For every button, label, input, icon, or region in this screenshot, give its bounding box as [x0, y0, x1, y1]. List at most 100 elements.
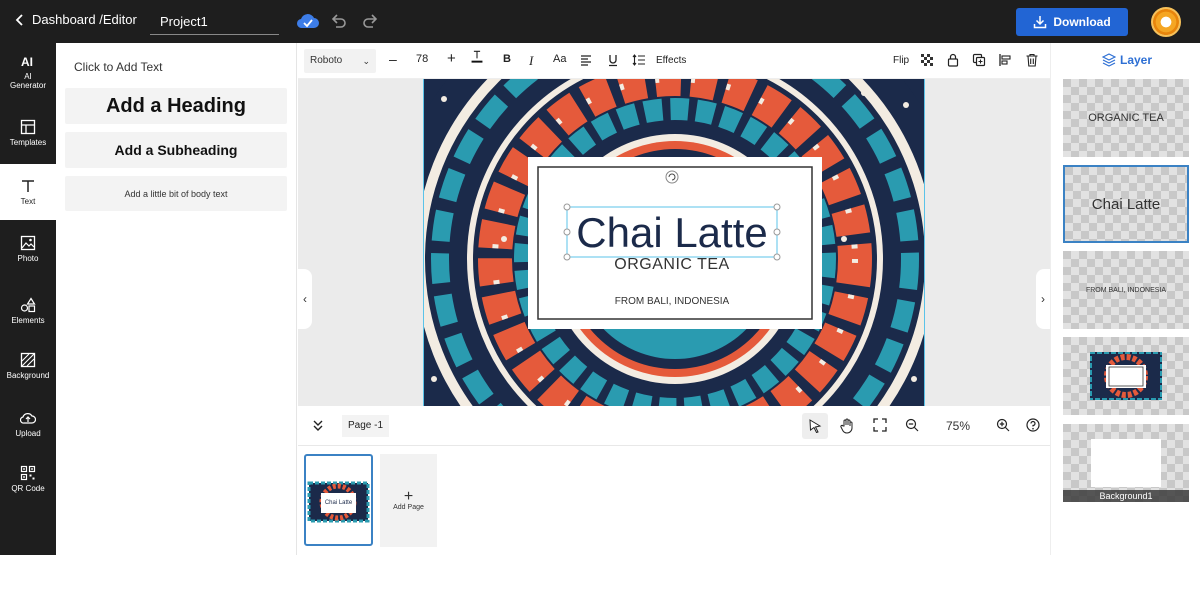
- underline-icon: [609, 55, 617, 67]
- sidebar-item-label: Upload: [15, 429, 41, 438]
- decrease-size-button[interactable]: –: [389, 51, 397, 67]
- transparency-button[interactable]: [920, 53, 934, 70]
- zoom-in-icon[interactable]: [996, 418, 1010, 432]
- lock-button[interactable]: [946, 53, 960, 70]
- elements-icon: [20, 297, 36, 313]
- origin-text[interactable]: FROM BALI, INDONESIA: [615, 296, 730, 307]
- add-body-text-button[interactable]: Add a little bit of body text: [65, 176, 287, 211]
- sidebar-item-ai-generator[interactable]: AI AI Generator: [0, 43, 56, 99]
- sidebar-item-photo[interactable]: Photo: [0, 221, 56, 277]
- case-button[interactable]: Aa: [553, 53, 566, 65]
- sidebar-item-qr-code[interactable]: QR Code: [0, 451, 56, 507]
- delete-button[interactable]: [1025, 53, 1039, 70]
- layer-caption: Background1: [1063, 490, 1189, 502]
- collapse-pages-icon[interactable]: [311, 418, 325, 432]
- add-subheading-button[interactable]: Add a Subheading: [65, 132, 287, 168]
- mandala-background[interactable]: Chai Latte ORGANIC TEA FROM BALI, INDONE…: [424, 79, 925, 406]
- sidebar-item-background[interactable]: Background: [0, 338, 56, 394]
- title-text[interactable]: Chai Latte: [576, 209, 767, 256]
- expand-right-panel-button[interactable]: ›: [1036, 269, 1050, 329]
- flip-button[interactable]: Flip: [893, 55, 909, 66]
- text-color-icon: [471, 50, 483, 63]
- text-panel-title: Click to Add Text: [74, 60, 163, 74]
- duplicate-icon: [972, 53, 986, 67]
- sidebar: AI AI Generator Templates Text Photo Ele…: [0, 43, 56, 555]
- transparency-icon: [921, 54, 933, 66]
- page-label[interactable]: Page -1: [342, 415, 390, 437]
- avatar[interactable]: [1151, 7, 1181, 37]
- underline-button[interactable]: [606, 53, 620, 70]
- sidebar-item-label: Photo: [17, 254, 39, 263]
- upload-icon: [20, 413, 36, 424]
- layer-item-design[interactable]: [1063, 337, 1189, 415]
- layer-item-background[interactable]: Background1: [1063, 424, 1189, 502]
- svg-text:AI: AI: [21, 55, 33, 69]
- sidebar-item-label: QR Code: [11, 484, 45, 493]
- download-button[interactable]: Download: [1016, 8, 1128, 36]
- hand-tool-icon[interactable]: [840, 418, 854, 434]
- text-icon: [22, 180, 34, 192]
- trash-icon: [1026, 53, 1038, 67]
- page-footer-space: [0, 555, 1200, 610]
- text-color-button[interactable]: [470, 49, 484, 66]
- bold-button[interactable]: B: [503, 53, 511, 65]
- layer-item[interactable]: FROM BALI, INDONESIA: [1063, 251, 1189, 329]
- align-objects-icon: [999, 54, 1011, 66]
- font-family-select[interactable]: Roboto ⌄: [304, 49, 376, 73]
- editor-app: Dashboard /Editor Download AI AI Gener: [0, 0, 1200, 610]
- page-thumbnails: Chai Latte + Add Page: [298, 446, 1050, 555]
- subtitle-text[interactable]: ORGANIC TEA: [614, 256, 729, 273]
- position-button[interactable]: [998, 53, 1012, 70]
- background-icon: [20, 352, 36, 368]
- layer-panel: Layer ORGANIC TEA Chai Latte FROM BALI, …: [1050, 43, 1200, 555]
- zoom-level: 75%: [946, 419, 971, 433]
- layers-icon: [1102, 53, 1116, 67]
- canvas-area: ‹ › Chai Latte ORGANIC TEA FROM BALI, IN…: [298, 79, 1050, 406]
- templates-icon: [20, 119, 36, 135]
- sidebar-item-label: Text: [20, 197, 36, 206]
- add-heading-button[interactable]: Add a Heading: [65, 88, 287, 124]
- font-size-value[interactable]: 78: [416, 53, 428, 65]
- sidebar-item-templates[interactable]: Templates: [0, 105, 56, 161]
- undo-icon[interactable]: [330, 12, 348, 30]
- zoom-out-icon[interactable]: [905, 418, 919, 432]
- back-link[interactable]: Dashboard /Editor: [14, 12, 137, 27]
- breadcrumb: Dashboard /Editor: [32, 12, 137, 27]
- design-canvas[interactable]: Chai Latte ORGANIC TEA FROM BALI, INDONE…: [423, 79, 925, 406]
- layer-panel-title: Layer: [1102, 53, 1152, 67]
- top-bar: Dashboard /Editor Download: [0, 0, 1200, 43]
- plus-icon: +: [403, 488, 414, 505]
- page-thumbnail[interactable]: Chai Latte: [304, 454, 373, 546]
- chevron-left-icon: [15, 13, 23, 26]
- collapse-left-panel-button[interactable]: ‹: [298, 269, 312, 329]
- layer-item[interactable]: Chai Latte: [1063, 165, 1189, 243]
- align-button[interactable]: [579, 53, 593, 70]
- help-icon[interactable]: [1026, 418, 1040, 432]
- redo-icon[interactable]: [361, 12, 379, 30]
- line-spacing-icon: [632, 54, 645, 66]
- duplicate-button[interactable]: [972, 53, 986, 70]
- effects-button[interactable]: Effects: [656, 55, 686, 66]
- font-family-value: Roboto: [310, 55, 343, 66]
- text-toolbar: Roboto ⌄ – 78 + B I Aa Effects Flip: [298, 43, 1050, 79]
- sidebar-item-label: Background: [6, 371, 50, 380]
- lock-icon: [947, 53, 959, 67]
- align-left-icon: [581, 55, 591, 66]
- project-name-input[interactable]: [150, 8, 279, 35]
- fullscreen-icon[interactable]: [873, 418, 887, 432]
- line-spacing-button[interactable]: [632, 53, 646, 70]
- download-icon: [1034, 16, 1047, 29]
- thumb-title: Chai Latte: [325, 500, 353, 506]
- layer-item[interactable]: ORGANIC TEA: [1063, 79, 1189, 157]
- sidebar-item-text[interactable]: Text: [0, 164, 56, 220]
- sidebar-item-elements[interactable]: Elements: [0, 283, 56, 339]
- select-tool-button[interactable]: [802, 413, 828, 439]
- cloud-saved-icon: [296, 14, 319, 29]
- italic-button[interactable]: I: [529, 53, 533, 69]
- increase-size-button[interactable]: +: [447, 50, 456, 67]
- add-page-button[interactable]: + Add Page: [380, 454, 437, 547]
- add-page-label: Add Page: [393, 504, 424, 511]
- ai-icon: AI: [21, 55, 33, 69]
- page-bar: Page -1 75%: [298, 406, 1050, 446]
- sidebar-item-upload[interactable]: Upload: [0, 396, 56, 452]
